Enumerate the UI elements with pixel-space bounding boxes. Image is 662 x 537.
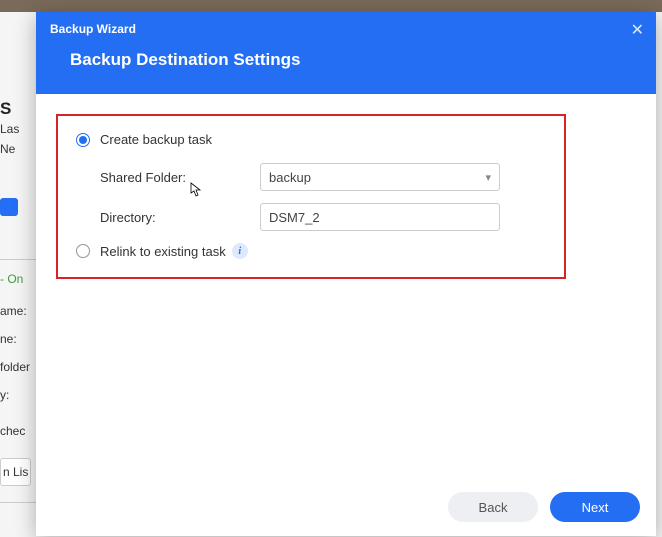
background-page-fragments: S Las Ne - On ame: ne: folder y: chec n …: [0, 100, 36, 513]
option-create-backup-task[interactable]: Create backup task: [76, 132, 546, 147]
radio-relink[interactable]: [76, 244, 90, 258]
radio-create[interactable]: [76, 133, 90, 147]
cursor-icon: [190, 182, 204, 201]
shared-folder-value: backup: [269, 170, 311, 185]
option-create-label: Create backup task: [100, 132, 212, 147]
directory-label: Directory:: [100, 210, 260, 225]
modal-body: Create backup task Shared Folder: backup…: [36, 94, 656, 482]
back-button[interactable]: Back: [448, 492, 538, 522]
highlighted-options-box: Create backup task Shared Folder: backup…: [56, 114, 566, 279]
bg-heading: S: [0, 100, 36, 118]
directory-input[interactable]: DSM7_2: [260, 203, 500, 231]
modal-header: Backup Wizard ✕ Backup Destination Setti…: [36, 12, 656, 94]
shared-folder-label: Shared Folder:: [100, 170, 260, 185]
option-relink-label: Relink to existing task: [100, 244, 226, 259]
option-relink-existing-task[interactable]: Relink to existing task i: [76, 243, 546, 259]
bg-blue-button-fragment: [0, 198, 18, 216]
bg-label: y:: [0, 386, 36, 404]
info-icon[interactable]: i: [232, 243, 248, 259]
close-icon[interactable]: ✕: [631, 20, 644, 40]
backup-wizard-modal: Backup Wizard ✕ Backup Destination Setti…: [36, 12, 656, 536]
modal-footer: Back Next: [36, 482, 656, 536]
bg-label: folder: [0, 358, 36, 376]
bg-label: chec: [0, 422, 36, 440]
window-title: Backup Wizard: [36, 12, 656, 40]
shared-folder-row: Shared Folder: backup ▾: [100, 163, 546, 191]
bg-label: ame:: [0, 302, 36, 320]
chevron-down-icon: ▾: [485, 171, 491, 184]
directory-value: DSM7_2: [269, 210, 320, 225]
page-title: Backup Destination Settings: [36, 40, 656, 94]
bg-label: ne:: [0, 330, 36, 348]
bg-button-fragment: n Lis: [0, 458, 31, 486]
next-button[interactable]: Next: [550, 492, 640, 522]
directory-row: Directory: DSM7_2: [100, 203, 546, 231]
shared-folder-select[interactable]: backup ▾: [260, 163, 500, 191]
bg-line: Ne: [0, 140, 36, 158]
bg-line: Las: [0, 120, 36, 138]
bg-status: - On: [0, 270, 36, 288]
backdrop-strip: [0, 0, 662, 12]
